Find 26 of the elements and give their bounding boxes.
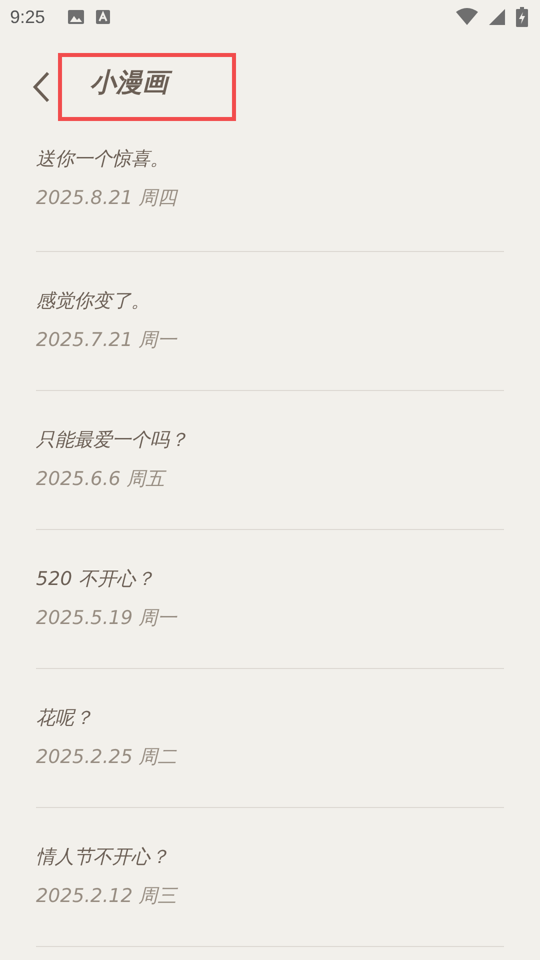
item-title: 送你一个惊喜。 xyxy=(36,147,170,172)
wifi-icon xyxy=(456,8,478,26)
item-title: 520 不开心？ xyxy=(36,567,156,592)
list-item[interactable]: 感觉你变了。 2025.7.21 周一 xyxy=(36,252,504,391)
item-date: 2025.6.6 周五 xyxy=(36,467,168,492)
list-item[interactable]: 情人节不开心？ 2025.2.12 周三 xyxy=(36,808,504,947)
item-date: 2025.2.12 周三 xyxy=(36,884,179,909)
item-title: 花呢？ xyxy=(36,706,94,731)
item-date: 2025.2.25 周二 xyxy=(36,745,178,770)
item-title: 感觉你变了。 xyxy=(36,289,151,314)
status-time: 9:25 xyxy=(10,6,46,28)
back-icon[interactable] xyxy=(32,71,50,103)
item-date: 2025.7.21 周一 xyxy=(36,328,178,353)
item-title: 只能最爱一个吗？ xyxy=(36,428,189,453)
image-icon xyxy=(67,9,86,25)
list-item[interactable]: 520 不开心？ 2025.5.19 周一 xyxy=(36,530,504,669)
list-item[interactable]: 只能最爱一个吗？ 2025.6.6 周五 xyxy=(36,391,504,530)
list-item[interactable]: 送你一个惊喜。 2025.8.21 周四 xyxy=(36,124,504,252)
notification-icon xyxy=(95,9,112,25)
battery-icon xyxy=(516,7,528,27)
item-title: 情人节不开心？ xyxy=(36,845,170,870)
page-title: 小漫画 xyxy=(86,67,172,101)
signal-icon xyxy=(488,8,506,26)
item-date: 2025.5.19 周一 xyxy=(36,606,178,631)
list-item[interactable]: 花呢？ 2025.2.25 周二 xyxy=(36,669,504,808)
item-date: 2025.8.21 周四 xyxy=(36,186,180,211)
